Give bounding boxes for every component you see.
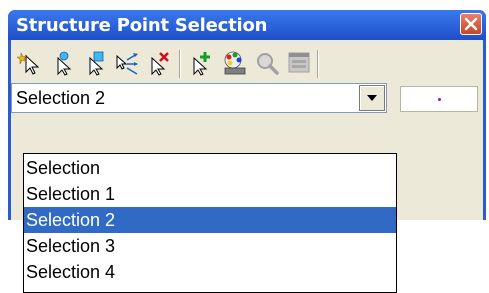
add-point-icon (193, 52, 210, 76)
toolbar-separator (317, 50, 319, 78)
window-title: Structure Point Selection (16, 15, 268, 36)
selection-dropdown-list: Selection Selection 1 Selection 2 Select… (23, 153, 397, 293)
tree-icon (439, 218, 461, 220)
window-icon (288, 52, 310, 73)
zoom-button[interactable] (253, 50, 281, 76)
color-palette-button[interactable] (221, 50, 249, 76)
binoculars-icon (411, 218, 433, 220)
color-palette-icon (224, 51, 246, 75)
select-point-arrow-icon (16, 52, 40, 75)
title-bar[interactable]: Structure Point Selection (8, 10, 486, 40)
selection-combobox-value: Selection 2 (16, 88, 106, 108)
deselect-point-icon (151, 52, 169, 76)
dropdown-item-selection-1[interactable]: Selection 1 (24, 181, 396, 207)
combobox-dropdown-button[interactable] (359, 85, 385, 111)
dropdown-item-selection-2[interactable]: Selection 2 (24, 207, 396, 233)
close-icon (464, 17, 478, 31)
add-point-button[interactable] (187, 50, 215, 76)
chevron-down-icon (367, 95, 377, 101)
toolbar (11, 40, 483, 84)
color-swatch[interactable] (400, 86, 478, 112)
dropdown-item-selection-3[interactable]: Selection 3 (24, 233, 396, 259)
select-point-multi-icon (116, 53, 138, 75)
dropdown-item-selection-4[interactable]: Selection 4 (24, 259, 396, 285)
color-dot (438, 98, 441, 101)
deselect-point-button[interactable] (145, 50, 173, 76)
dropdown-item-selection[interactable]: Selection (24, 155, 396, 181)
toolbar-separator (179, 50, 181, 78)
select-point-circle-button[interactable] (49, 50, 77, 76)
select-point-multi-button[interactable] (113, 50, 141, 76)
selection-combobox[interactable]: Selection 2 (11, 83, 387, 113)
window-button[interactable] (285, 50, 313, 76)
select-point-arrow-button[interactable] (16, 50, 45, 76)
close-button[interactable] (460, 13, 482, 35)
select-point-add-button[interactable] (81, 50, 109, 76)
zoom-icon (257, 53, 279, 75)
select-point-circle-icon (57, 51, 72, 76)
select-point-add-icon (89, 51, 104, 76)
